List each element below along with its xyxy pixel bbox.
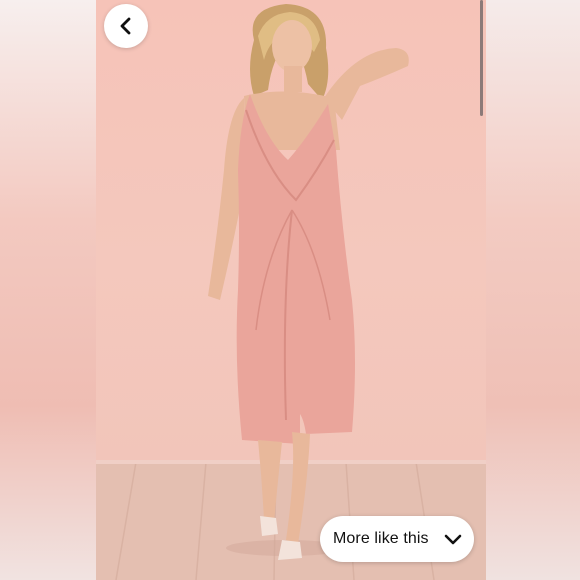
- image-viewer: More like this: [0, 0, 580, 580]
- scrollbar[interactable]: [480, 0, 483, 116]
- product-photo: [96, 0, 486, 580]
- blurred-background-left: [0, 0, 96, 580]
- model-in-dress-illustration: [96, 4, 486, 580]
- more-like-this-label: More like this: [333, 530, 429, 547]
- blurred-background-right: [486, 0, 580, 580]
- back-button[interactable]: [104, 4, 148, 48]
- chevron-left-icon: [120, 17, 131, 35]
- chevron-down-icon: [444, 534, 462, 545]
- more-like-this-button[interactable]: More like this: [320, 516, 474, 562]
